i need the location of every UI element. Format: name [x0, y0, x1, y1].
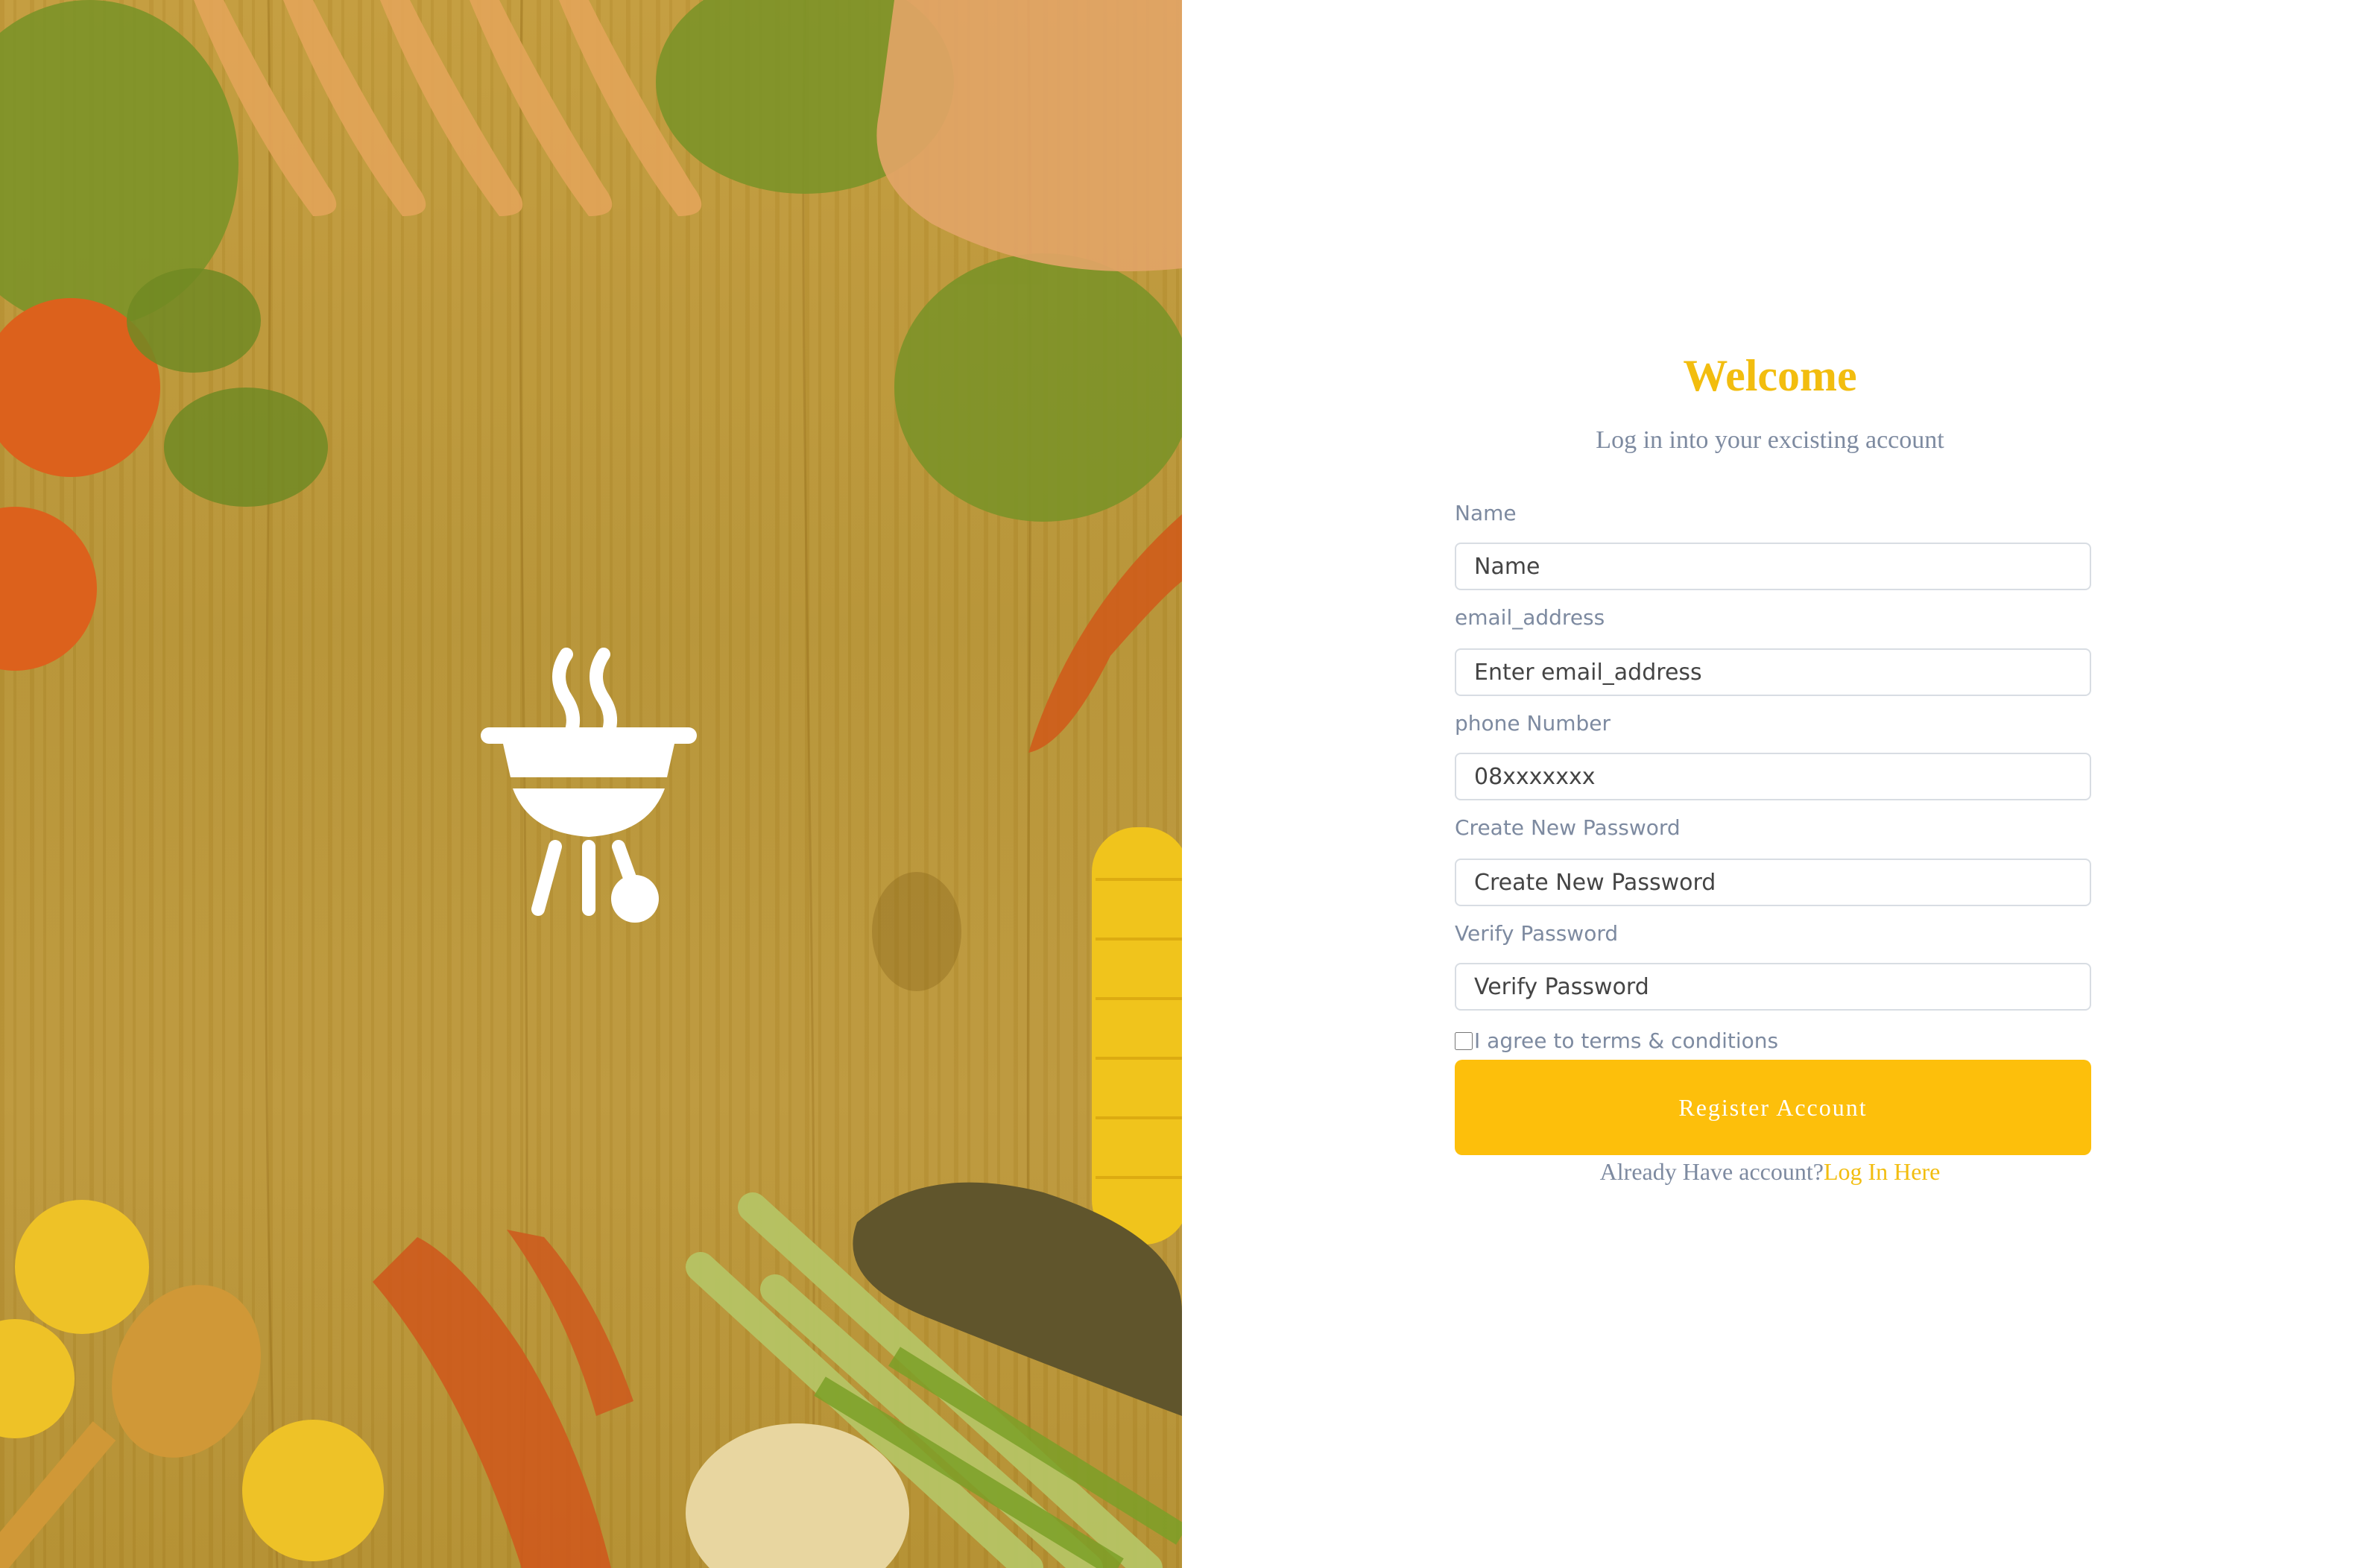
register-page: Welcome Log in into your excisting accou…	[0, 0, 2358, 1568]
verify-password-label: Verify Password	[1455, 921, 1619, 946]
grill-icon	[481, 648, 697, 923]
page-title: Welcome	[1683, 351, 1857, 400]
phone-input[interactable]	[1455, 753, 2091, 800]
terms-label: I agree to terms & conditions	[1474, 1028, 1779, 1053]
verify-password-input[interactable]	[1455, 963, 2091, 1011]
terms-checkbox[interactable]	[1455, 1031, 1473, 1050]
login-link[interactable]: Log In Here	[1824, 1158, 1940, 1185]
name-input[interactable]	[1455, 543, 2091, 590]
register-button[interactable]: Register Account	[1455, 1060, 2091, 1155]
email-input[interactable]	[1455, 648, 2091, 696]
new-password-input[interactable]	[1455, 859, 2091, 906]
email-label: email_address	[1455, 605, 1605, 630]
login-prompt: Already Have account?Log In Here	[1182, 1158, 2358, 1186]
terms-row[interactable]: I agree to terms & conditions	[1455, 1028, 1778, 1053]
name-label: Name	[1455, 501, 1517, 525]
page-subtitle: Log in into your excisting account	[1596, 426, 1944, 454]
new-password-label: Create New Password	[1455, 815, 1681, 840]
login-prompt-text: Already Have account?	[1599, 1158, 1824, 1185]
hero-food-image	[0, 0, 1182, 1568]
phone-label: phone Number	[1455, 711, 1611, 736]
